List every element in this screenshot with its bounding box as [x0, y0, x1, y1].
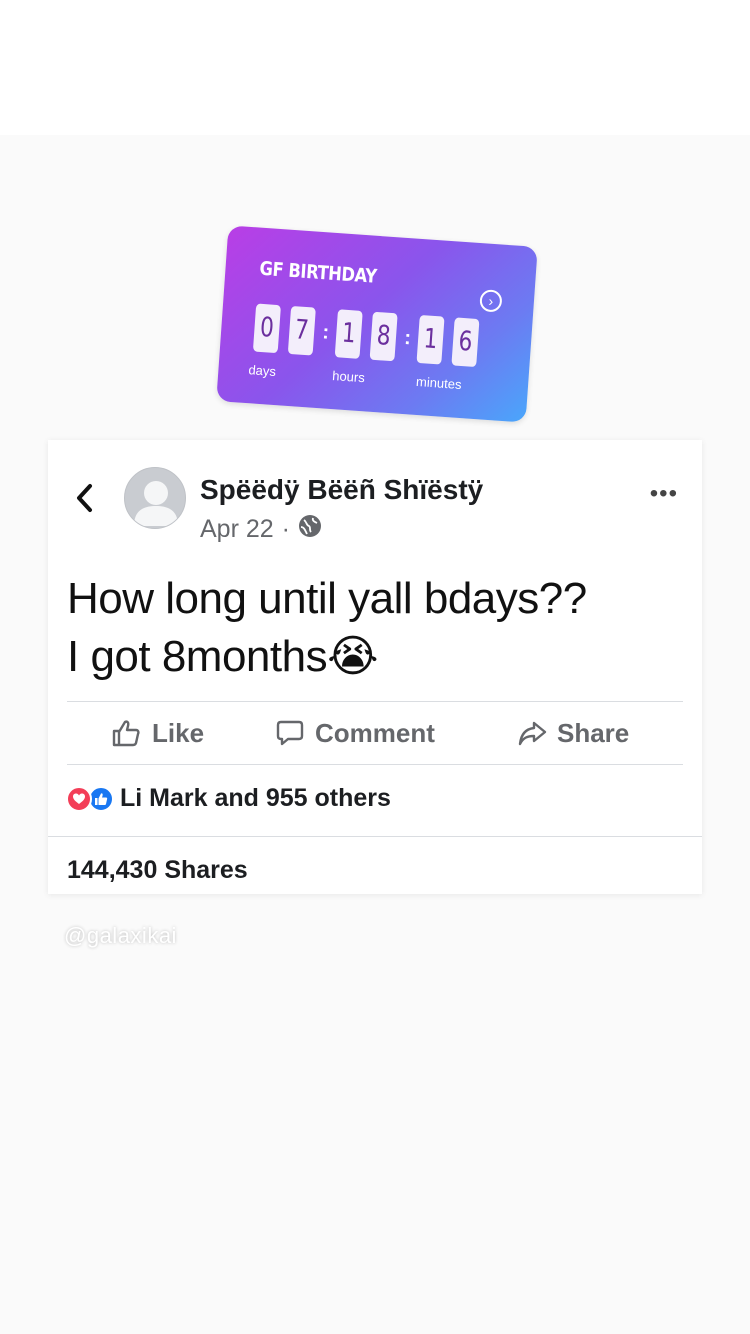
countdown-unit-hours: hours: [331, 368, 366, 386]
post-text: How long until yall bdays?? I got 8month…: [67, 570, 667, 686]
post-meta: Apr 22 ·: [200, 514, 322, 545]
countdown-digit: 1: [416, 314, 445, 365]
countdown-digit: 1: [334, 309, 363, 359]
comment-icon: [276, 720, 304, 746]
avatar[interactable]: [124, 467, 186, 529]
back-icon[interactable]: [70, 480, 100, 516]
like-label: Like: [152, 717, 205, 748]
action-bar: Like Comment Share: [67, 702, 683, 764]
meta-separator: ·: [281, 515, 290, 543]
share-arrow-icon: [518, 721, 547, 746]
reactions-text: Li Mark and 955 others: [120, 784, 391, 812]
countdown-unit-days: days: [247, 362, 277, 380]
comment-label: Comment: [315, 717, 435, 748]
more-options-icon[interactable]: •••: [650, 480, 678, 508]
divider: [48, 836, 702, 837]
crying-emoji-icon: 😭: [327, 632, 379, 681]
post-card: Spëëdÿ Bëëñ Shïëstÿ Apr 22 · ••• How lon…: [48, 440, 702, 894]
watermark: @galaxikai: [64, 923, 177, 948]
top-blank-area: [0, 0, 750, 135]
countdown-digit: 7: [287, 305, 316, 356]
like-button[interactable]: Like: [110, 702, 204, 764]
post-text-line: I got 8months😭: [67, 628, 667, 686]
countdown-unit-minutes: minutes: [415, 373, 463, 393]
countdown-colon: :: [403, 326, 412, 349]
countdown-digit: 8: [369, 311, 398, 362]
countdown-sticker[interactable]: GF BIRTHDAY › 0 7 : 1 8 : 1 6 days hours…: [216, 225, 538, 423]
post-text-line2: I got 8months: [67, 632, 328, 681]
post-date[interactable]: Apr 22: [200, 515, 274, 544]
countdown-colon: :: [321, 320, 330, 344]
globe-icon: [298, 514, 322, 545]
post-text-line: How long until yall bdays??: [67, 574, 587, 623]
share-button[interactable]: Share: [517, 702, 629, 764]
default-avatar-icon: [134, 481, 178, 526]
author-name[interactable]: Spëëdÿ Bëëñ Shïëstÿ: [200, 474, 483, 506]
countdown-title: GF BIRTHDAY: [258, 257, 378, 288]
thumbs-up-icon: [112, 720, 140, 747]
comment-button[interactable]: Comment: [275, 702, 435, 764]
share-label: Share: [557, 717, 630, 748]
reactions-summary[interactable]: Li Mark and 955 others: [66, 784, 391, 813]
love-reaction-icon: [66, 785, 92, 812]
chevron-right-icon[interactable]: ›: [479, 289, 503, 313]
shares-count[interactable]: 144,430 Shares: [67, 856, 248, 885]
divider: [67, 764, 683, 765]
countdown-digit: 0: [252, 303, 281, 354]
countdown-digits: 0 7 : 1 8 : 1 6: [250, 303, 487, 368]
countdown-digit: 6: [451, 317, 480, 368]
